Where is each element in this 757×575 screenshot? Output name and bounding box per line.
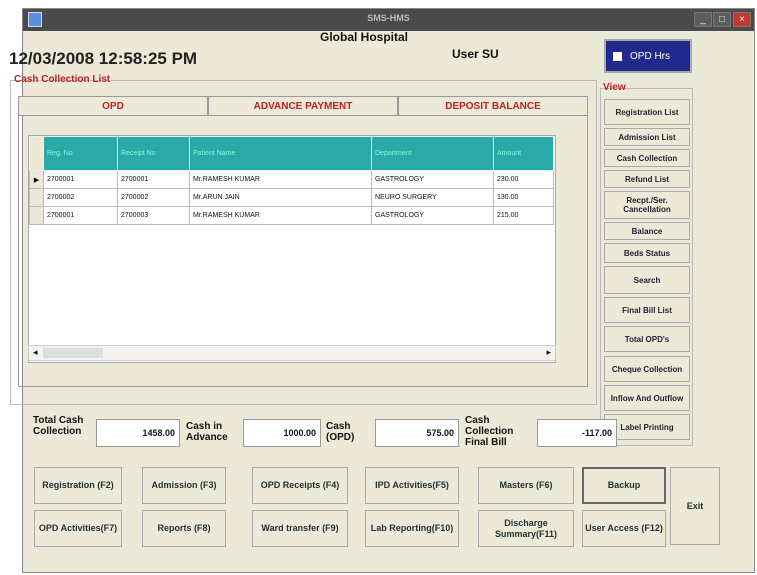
hospital-name: Global Hospital — [320, 30, 409, 44]
opd-hrs-label: OPD Hrs — [630, 51, 670, 62]
datetime-display: 12/03/2008 12:58:25 PM — [9, 49, 198, 68]
scroll-left-icon[interactable]: ◂ — [33, 347, 38, 358]
row-selector-header — [29, 136, 44, 171]
table-cell[interactable]: Mr.RAMESH KUMAR — [189, 206, 372, 225]
current-user: User SU — [452, 47, 499, 61]
total-cash-collection-label: Total Cash Collection — [33, 415, 84, 437]
table-row[interactable]: 2700002 2700002 Mr.ARUN JAIN NEURO SURGE… — [29, 188, 554, 207]
receipt-cancellation-button[interactable]: Recpt./Ser. Cancellation — [604, 191, 690, 219]
table-cell[interactable]: 2700002 — [43, 188, 118, 207]
scroll-thumb[interactable] — [43, 348, 103, 358]
maximize-button[interactable]: □ — [713, 12, 731, 27]
minimize-button[interactable]: _ — [694, 12, 712, 27]
balance-button[interactable]: Balance — [604, 222, 690, 240]
registration-list-button[interactable]: Registration List — [604, 99, 690, 125]
cash-final-bill-value: -117.00 — [537, 419, 617, 447]
column-header[interactable]: Reg. No — [43, 136, 118, 171]
title-bar: SMS-HMS _ □ × — [23, 9, 754, 31]
cash-in-advance-label: Cash in Advance — [186, 421, 228, 443]
cash-collection-title: Cash Collection List — [14, 74, 111, 85]
admission-button[interactable]: Admission (F3) — [142, 467, 226, 504]
cash-in-advance-value: 1000.00 — [243, 419, 321, 447]
beds-status-button[interactable]: Beds Status — [604, 243, 690, 263]
table-cell[interactable]: Mr.ARUN JAIN — [189, 188, 372, 207]
table-cell[interactable]: 2700001 — [43, 206, 118, 225]
horizontal-scrollbar[interactable]: ◂ ▸ — [28, 345, 556, 361]
current-row-marker-icon: ▶ — [29, 170, 44, 189]
cash-opd-label: Cash (OPD) — [326, 421, 355, 443]
column-header[interactable]: Amount — [493, 136, 554, 171]
row-selector[interactable] — [29, 206, 44, 225]
tab-opd[interactable]: OPD — [18, 96, 208, 116]
column-header[interactable]: Receipt No — [117, 136, 190, 171]
ipd-activities-button[interactable]: IPD Activities(F5) — [365, 467, 459, 504]
exit-button[interactable]: Exit — [670, 467, 720, 545]
admission-list-button[interactable]: Admission List — [604, 128, 690, 146]
total-cash-collection-value: 1458.00 — [96, 419, 180, 447]
masters-button[interactable]: Masters (F6) — [478, 467, 574, 504]
table-row[interactable]: 2700001 2700003 Mr.RAMESH KUMAR GASTROLO… — [29, 206, 554, 225]
window-title: SMS-HMS — [367, 13, 410, 23]
table-cell[interactable]: 2700003 — [117, 206, 190, 225]
lab-reporting-button[interactable]: Lab Reporting(F10) — [365, 510, 459, 547]
total-opds-button[interactable]: Total OPD's — [604, 326, 690, 352]
table-cell[interactable]: 2700001 — [117, 170, 190, 189]
table-row[interactable]: ▶ 2700001 2700001 Mr.RAMESH KUMAR GASTRO… — [29, 170, 554, 189]
reports-button[interactable]: Reports (F8) — [142, 510, 226, 547]
final-bill-list-button[interactable]: Final Bill List — [604, 297, 690, 323]
tab-deposit-balance[interactable]: DEPOSIT BALANCE — [398, 96, 588, 116]
row-selector[interactable] — [29, 188, 44, 207]
view-title: View — [603, 82, 626, 93]
backup-button[interactable]: Backup — [582, 467, 666, 504]
table-cell[interactable]: 2700001 — [43, 170, 118, 189]
opd-activities-button[interactable]: OPD Activities(F7) — [34, 510, 122, 547]
table-cell[interactable]: 215.00 — [493, 206, 554, 225]
user-access-button[interactable]: User Access (F12) — [582, 510, 666, 547]
cash-tabs: OPD ADVANCE PAYMENT DEPOSIT BALANCE — [18, 96, 588, 116]
registration-button[interactable]: Registration (F2) — [34, 467, 122, 504]
discharge-summary-button[interactable]: Discharge Summary(F11) — [478, 510, 574, 547]
cash-final-bill-label: Cash Collection Final Bill — [465, 415, 514, 448]
cash-grid[interactable]: Reg. No Receipt No Patient Name Departme… — [28, 135, 556, 363]
table-cell[interactable]: NEURO SURGERY — [371, 188, 494, 207]
opd-hrs-checkbox[interactable] — [613, 52, 622, 61]
table-cell[interactable]: Mr.RAMESH KUMAR — [189, 170, 372, 189]
opd-receipts-button[interactable]: OPD Receipts (F4) — [252, 467, 348, 504]
table-cell[interactable]: 2700002 — [117, 188, 190, 207]
cash-collection-button[interactable]: Cash Collection — [604, 149, 690, 167]
column-header[interactable]: Patient Name — [189, 136, 372, 171]
close-button[interactable]: × — [733, 12, 751, 27]
refund-list-button[interactable]: Refund List — [604, 170, 690, 188]
column-header[interactable]: Department — [371, 136, 494, 171]
table-cell[interactable]: GASTROLOGY — [371, 206, 494, 225]
cheque-collection-button[interactable]: Cheque Collection — [604, 356, 690, 382]
scroll-right-icon[interactable]: ▸ — [546, 347, 551, 358]
table-cell[interactable]: 130.00 — [493, 188, 554, 207]
table-cell[interactable]: 230.00 — [493, 170, 554, 189]
inflow-outflow-button[interactable]: Inflow And Outflow — [604, 385, 690, 411]
table-cell[interactable]: GASTROLOGY — [371, 170, 494, 189]
cash-opd-value: 575.00 — [375, 419, 459, 447]
tab-advance-payment[interactable]: ADVANCE PAYMENT — [208, 96, 398, 116]
search-button[interactable]: Search — [604, 266, 690, 294]
opd-hrs-button[interactable]: OPD Hrs — [604, 39, 692, 73]
ward-transfer-button[interactable]: Ward transfer (F9) — [252, 510, 348, 547]
